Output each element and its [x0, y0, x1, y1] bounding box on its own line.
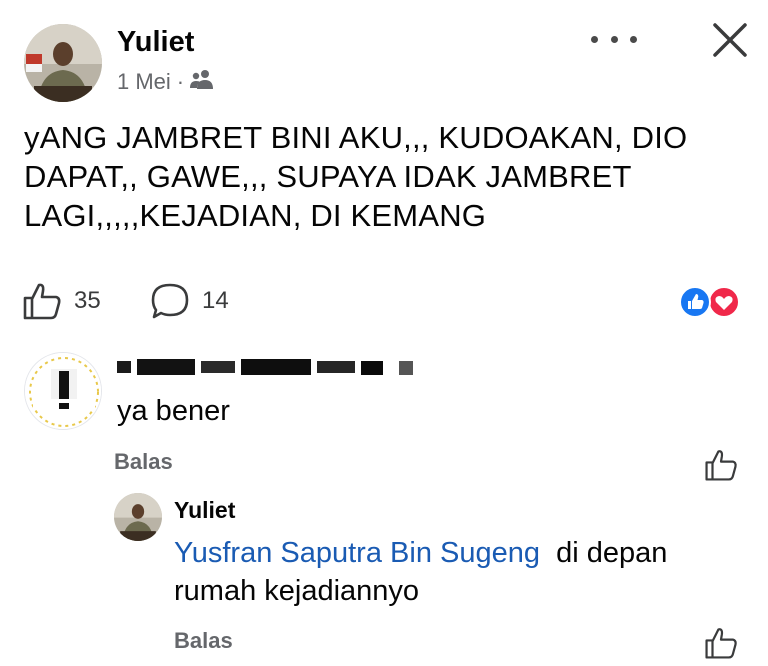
- reply-author-avatar[interactable]: [114, 493, 162, 541]
- thumbs-up-icon: [705, 450, 737, 481]
- more-dot-icon: [591, 35, 598, 43]
- reactions-summary[interactable]: [678, 285, 742, 319]
- author-name[interactable]: Yuliet: [117, 26, 194, 59]
- friends-icon: [190, 69, 214, 95]
- comment-count: 14: [202, 287, 229, 314]
- reply-author-name[interactable]: Yuliet: [174, 497, 235, 524]
- like-button[interactable]: 35: [22, 282, 101, 320]
- reply-button[interactable]: Balas: [114, 449, 173, 475]
- like-count: 35: [74, 287, 101, 314]
- like-reaction-icon: [679, 286, 711, 318]
- thumbs-up-icon: [705, 628, 737, 659]
- comment-icon: [151, 283, 189, 319]
- author-avatar[interactable]: [24, 24, 102, 102]
- more-dot-icon: [630, 35, 637, 43]
- commenter-name-redacted: [117, 355, 417, 379]
- meta-separator: ·: [176, 69, 185, 94]
- close-icon: [713, 23, 747, 57]
- post-meta: 1 Mei ·: [117, 69, 214, 95]
- post-text: yANG JAMBRET BINI AKU,,, KUDOAKAN, DIO D…: [24, 120, 688, 233]
- commenter-avatar[interactable]: [24, 352, 102, 430]
- thumbs-up-icon: [23, 283, 61, 320]
- mention-link[interactable]: Yusfran Saputra Bin Sugeng: [174, 537, 540, 569]
- love-reaction-icon: [708, 286, 740, 318]
- close-button[interactable]: [710, 20, 750, 60]
- comment-like-button[interactable]: [704, 448, 738, 482]
- post-date[interactable]: 1 Mei: [117, 69, 171, 95]
- comment-like-button[interactable]: [704, 626, 738, 660]
- reply-button[interactable]: Balas: [174, 628, 233, 654]
- comment-button[interactable]: 14: [150, 282, 229, 320]
- more-options-button[interactable]: [591, 28, 637, 50]
- reply-text: Yusfran Saputra Bin Sugeng di depan ruma…: [174, 534, 734, 610]
- more-dot-icon: [610, 35, 618, 43]
- comment-text: ya bener: [117, 395, 230, 427]
